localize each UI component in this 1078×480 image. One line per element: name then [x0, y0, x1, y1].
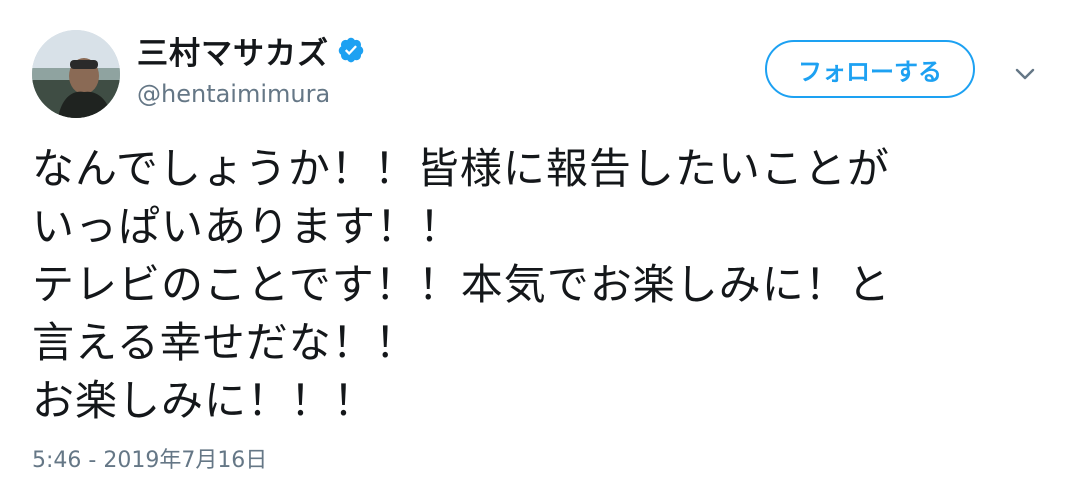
tweet-card: 三村マサカズ @hentaimimura フォローする なんでしょうか！！皆様に… — [0, 0, 1078, 480]
tweet-text-line: お楽しみに！！！ — [32, 376, 377, 425]
tweet-timestamp[interactable]: 5:46 - 2019年7月16日 — [32, 442, 267, 474]
tweet-text-line: 言える幸せだな！！ — [32, 318, 418, 367]
chevron-down-icon[interactable] — [1012, 64, 1038, 84]
tweet-text-line: いっぱいあります！！ — [32, 202, 463, 251]
follow-button[interactable]: フォローする — [765, 40, 975, 98]
avatar-photo — [32, 30, 120, 118]
avatar[interactable] — [32, 30, 120, 118]
author-display-name[interactable]: 三村マサカズ — [137, 28, 329, 73]
author-name-row: 三村マサカズ — [137, 28, 365, 73]
tweet-text-line: テレビのことです！！本気でお楽しみに！と — [32, 260, 891, 309]
verified-badge-icon — [337, 36, 365, 64]
tweet-text: なんでしょうか！！皆様に報告したいことが いっぱいあります！！ テレビのことです… — [32, 140, 1042, 430]
tweet-text-line: なんでしょうか！！皆様に報告したいことが — [32, 144, 890, 193]
author-handle[interactable]: @hentaimimura — [137, 80, 330, 108]
